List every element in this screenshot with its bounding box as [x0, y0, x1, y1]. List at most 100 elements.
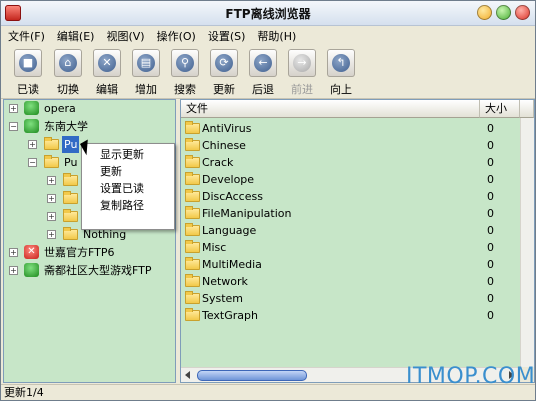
- file-name: Network: [202, 275, 248, 288]
- expand-icon[interactable]: +: [47, 194, 56, 203]
- tree-node-game-ftp[interactable]: + 斋都社区大型游戏FTP: [4, 262, 174, 279]
- menu-view[interactable]: 视图(V): [99, 26, 149, 44]
- tree-node-label: Pu: [64, 156, 78, 169]
- refresh-button[interactable]: ⟳ 更新: [205, 49, 243, 96]
- vertical-scrollbar[interactable]: [520, 118, 534, 368]
- folder-icon: [185, 121, 200, 134]
- expand-icon[interactable]: +: [9, 248, 18, 257]
- menu-operate[interactable]: 操作(O): [150, 26, 201, 44]
- up-button[interactable]: ↰ 向上: [322, 49, 360, 96]
- file-name: TextGraph: [202, 309, 258, 322]
- folder-icon: [63, 173, 78, 186]
- tree-node-label: 斋都社区大型游戏FTP: [44, 264, 152, 277]
- window-title: FTP离线浏览器: [225, 7, 311, 21]
- tree-node-seu[interactable]: − 东南大学: [4, 118, 174, 135]
- mark-read-icon: ■: [14, 49, 42, 77]
- file-name: Misc: [202, 241, 227, 254]
- scroll-left-icon[interactable]: [185, 371, 190, 379]
- ctx-copy-path[interactable]: 复制路径: [100, 197, 144, 214]
- expand-icon[interactable]: +: [47, 230, 56, 239]
- forward-icon: →: [288, 49, 316, 77]
- add-label: 增加: [135, 83, 157, 96]
- menu-file[interactable]: 文件(F): [1, 26, 50, 44]
- close-button[interactable]: [515, 5, 530, 20]
- collapse-icon[interactable]: −: [28, 158, 37, 167]
- expand-icon[interactable]: +: [28, 140, 37, 149]
- server-icon: [24, 119, 39, 133]
- file-size: 0: [487, 275, 494, 288]
- expand-icon[interactable]: +: [47, 212, 56, 221]
- menu-edit[interactable]: 编辑(E): [50, 26, 100, 44]
- folder-icon: [63, 227, 78, 240]
- file-list[interactable]: 文件 大小 AntiVirus 0 Chinese 0 Crack 0 Deve…: [180, 99, 535, 383]
- collapse-icon[interactable]: −: [9, 122, 18, 131]
- folder-icon: [185, 274, 200, 287]
- toolbar: ■ 已读 ⌂ 切换 ✕ 编辑 ▤ 增加 ⚲ 搜索 ⟳ 更新 ← 后退 → 前进: [1, 46, 535, 99]
- file-size: 0: [487, 122, 494, 135]
- server-icon: [24, 101, 39, 115]
- folder-icon: [63, 209, 78, 222]
- tree-node-label: opera: [44, 102, 76, 115]
- file-name: System: [202, 292, 244, 305]
- maximize-button[interactable]: [496, 5, 511, 20]
- back-label: 后退: [252, 83, 274, 96]
- file-size: 0: [487, 173, 494, 186]
- folder-icon: [185, 189, 200, 202]
- expand-icon[interactable]: +: [9, 266, 18, 275]
- forward-button[interactable]: → 前进: [283, 49, 321, 96]
- mark-read-button[interactable]: ■ 已读: [9, 49, 47, 96]
- search-label: 搜索: [174, 83, 196, 96]
- file-size: 0: [487, 258, 494, 271]
- column-header-file[interactable]: 文件: [181, 100, 480, 118]
- file-size: 0: [487, 292, 494, 305]
- folder-icon: [185, 308, 200, 321]
- column-header-filler: [520, 100, 534, 118]
- tree-node-sega[interactable]: + ✕ 世嘉官方FTP6: [4, 244, 174, 261]
- mark-read-label: 已读: [17, 83, 39, 96]
- file-name: AntiVirus: [202, 122, 252, 135]
- watermark-logo: ITMOP.COM: [406, 364, 536, 389]
- search-button[interactable]: ⚲ 搜索: [166, 49, 204, 96]
- title-bar[interactable]: FTP离线浏览器: [1, 1, 535, 26]
- expand-icon[interactable]: +: [9, 104, 18, 113]
- file-name: Crack: [202, 156, 234, 169]
- search-icon: ⚲: [171, 49, 199, 77]
- folder-icon: [185, 291, 200, 304]
- file-size: 0: [487, 139, 494, 152]
- tree-node-label: Pu: [62, 136, 80, 153]
- menu-settings[interactable]: 设置(S): [201, 26, 251, 44]
- back-button[interactable]: ← 后退: [244, 49, 282, 96]
- forward-label: 前进: [291, 83, 313, 96]
- edit-button[interactable]: ✕ 编辑: [88, 49, 126, 96]
- column-header-size[interactable]: 大小: [480, 100, 520, 118]
- file-size: 0: [487, 241, 494, 254]
- ctx-show-updates[interactable]: 显示更新: [100, 146, 144, 163]
- ctx-mark-read[interactable]: 设置已读: [100, 180, 144, 197]
- switch-button[interactable]: ⌂ 切换: [49, 49, 87, 96]
- file-name: FileManipulation: [202, 207, 292, 220]
- file-size: 0: [487, 156, 494, 169]
- add-icon: ▤: [132, 49, 160, 77]
- file-size: 0: [487, 309, 494, 322]
- up-icon: ↰: [327, 49, 355, 77]
- app-window: FTP离线浏览器 文件(F) 编辑(E) 视图(V) 操作(O) 设置(S) 帮助(H) …: [0, 0, 536, 401]
- menu-help[interactable]: 帮助(H): [250, 26, 301, 44]
- tree-node-opera[interactable]: + opera: [4, 100, 174, 117]
- menu-bar: 文件(F) 编辑(E) 视图(V) 操作(O) 设置(S) 帮助(H): [1, 26, 535, 45]
- file-name: DiscAccess: [202, 190, 263, 203]
- expand-icon[interactable]: +: [47, 176, 56, 185]
- add-button[interactable]: ▤ 增加: [127, 49, 165, 96]
- context-menu: 显示更新 更新 设置已读 复制路径: [81, 143, 175, 230]
- minimize-button[interactable]: [477, 5, 492, 20]
- scroll-thumb[interactable]: [197, 370, 307, 381]
- switch-label: 切换: [57, 83, 79, 96]
- folder-icon: [63, 191, 78, 204]
- folder-icon: [185, 172, 200, 185]
- ctx-update[interactable]: 更新: [100, 163, 122, 180]
- refresh-label: 更新: [213, 83, 235, 96]
- edit-icon: ✕: [93, 49, 121, 77]
- file-name: Chinese: [202, 139, 246, 152]
- file-size: 0: [487, 207, 494, 220]
- home-icon: ⌂: [54, 49, 82, 77]
- edit-label: 编辑: [96, 83, 118, 96]
